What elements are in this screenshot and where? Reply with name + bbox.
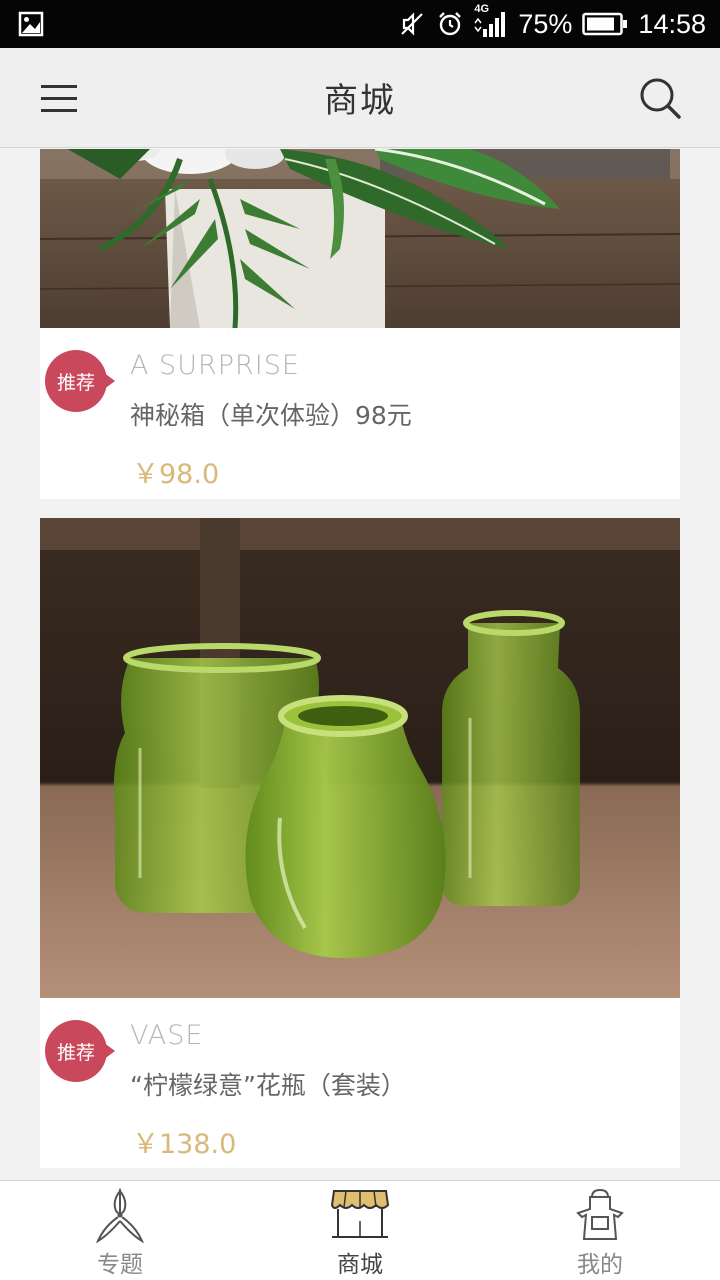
tab-label: 商城 [337, 1252, 383, 1278]
tab-mall[interactable]: 商城 [240, 1181, 480, 1280]
product-price: ￥138.0 [132, 1129, 237, 1160]
product-en-title: VASE [130, 1020, 204, 1051]
recommend-badge: 推荐 [45, 350, 115, 412]
product-cn-title: 神秘箱（单次体验）98元 [130, 401, 412, 430]
battery-icon [582, 12, 628, 36]
bottom-tab-bar: 专题 商城 我的 [0, 1180, 720, 1280]
apron-icon [572, 1187, 628, 1243]
product-price: ￥98.0 [132, 459, 220, 490]
product-cn-title: “柠檬绿意”花瓶（套装） [130, 1071, 406, 1100]
product-photo-vase[interactable] [40, 518, 680, 998]
alarm-icon [436, 10, 464, 38]
pruning-shears-icon [94, 1187, 146, 1243]
battery-percent: 75% [518, 8, 573, 39]
tab-label: 专题 [97, 1252, 143, 1278]
product-info[interactable]: 推荐 A SURPRISE 神秘箱（单次体验）98元 ￥98.0 [40, 328, 680, 498]
product-photo-mystery-box[interactable] [40, 149, 680, 328]
page-title: 商城 [324, 81, 396, 121]
hamburger-menu-icon [41, 85, 77, 112]
signal-4g-icon: 4G [474, 3, 508, 39]
shop-awning-icon [330, 1187, 390, 1243]
product-card[interactable]: 推荐 A SURPRISE 神秘箱（单次体验）98元 ￥98.0 [40, 149, 680, 499]
tab-topics[interactable]: 专题 [0, 1181, 240, 1280]
product-card[interactable]: 推荐 VASE “柠檬绿意”花瓶（套装） ￥138.0 [40, 518, 680, 1168]
product-feed[interactable]: 推荐 A SURPRISE 神秘箱（单次体验）98元 ￥98.0 推荐 VASE… [0, 149, 720, 1180]
menu-button[interactable] [40, 80, 80, 116]
tab-label: 我的 [577, 1252, 623, 1278]
search-icon [640, 78, 681, 119]
search-button[interactable] [638, 76, 682, 120]
status-bar: 4G 75% 14:58 [0, 0, 720, 48]
recommend-badge: 推荐 [45, 1020, 115, 1082]
gallery-notification-icon [18, 11, 44, 37]
product-info[interactable]: 推荐 VASE “柠檬绿意”花瓶（套装） ￥138.0 [40, 998, 680, 1168]
app-header: 商城 [0, 48, 720, 148]
clock: 14:58 [638, 8, 706, 39]
silent-mode-icon [398, 10, 426, 38]
tab-mine[interactable]: 我的 [480, 1181, 720, 1280]
network-type: 4G [474, 3, 490, 15]
product-en-title: A SURPRISE [130, 350, 300, 381]
